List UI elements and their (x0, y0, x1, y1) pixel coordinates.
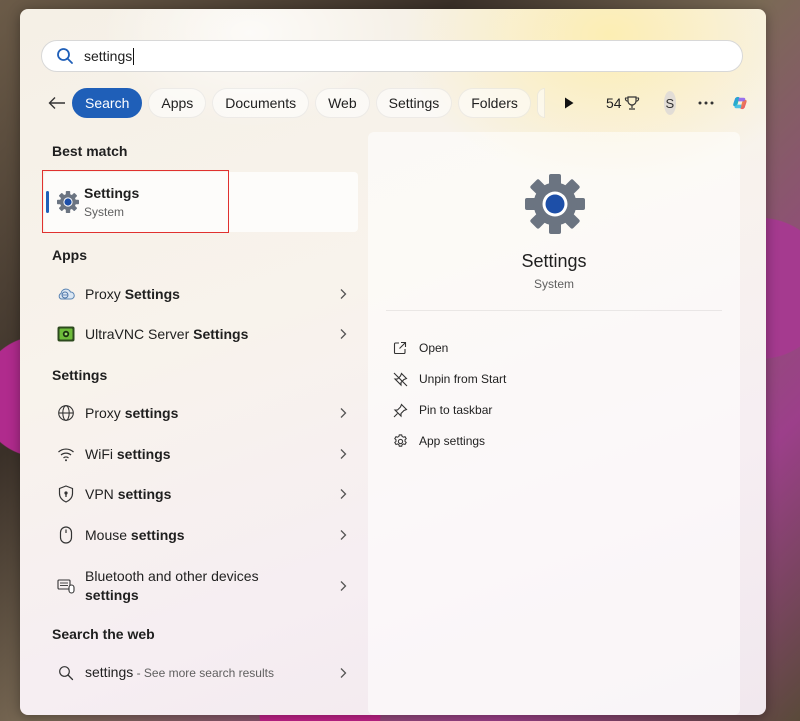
rewards-points-value: 54 (605, 95, 622, 111)
filter-chip-web[interactable]: Web (315, 88, 370, 118)
section-title-apps: Apps (52, 247, 87, 263)
action-pin-to-taskbar[interactable]: Pin to taskbar (392, 398, 492, 422)
filter-chip-search[interactable]: Search (72, 88, 143, 118)
gear-icon (392, 433, 408, 449)
arrow-left-icon (48, 97, 65, 109)
ultravnc-icon (56, 324, 76, 344)
filter-chip-apps[interactable]: Apps (148, 88, 207, 118)
web-search-result[interactable]: settings - See more search results (44, 655, 358, 691)
wifi-icon (56, 444, 76, 464)
search-box[interactable]: settings (41, 40, 743, 72)
search-icon (56, 663, 76, 683)
chevron-right-icon (340, 489, 347, 499)
more-options-button[interactable] (698, 101, 714, 105)
search-input[interactable]: settings (84, 47, 135, 65)
rewards-points[interactable]: 54 (606, 95, 640, 111)
selection-indicator (46, 191, 49, 213)
filter-chip-settings[interactable]: Settings (375, 88, 453, 118)
section-title-search-web: Search the web (52, 626, 155, 642)
chevron-right-icon (340, 329, 347, 339)
start-search-panel: settings Search Apps Documents Web Setti… (20, 9, 766, 715)
result-label: Mouse settings (85, 526, 185, 543)
chevron-right-icon (340, 530, 347, 540)
preview-pane: Settings System Open Unpin from Start Pi… (368, 132, 740, 715)
setting-result-mouse[interactable]: Mouse settings (44, 517, 358, 553)
section-title-best-match: Best match (52, 143, 128, 159)
search-query-text: settings (84, 48, 133, 64)
preview-title: Settings (521, 251, 587, 271)
result-label: Bluetooth and other devices settings (85, 568, 259, 603)
cloud-globe-icon (56, 284, 76, 304)
result-label: UltraVNC Server Settings (85, 325, 249, 342)
trophy-icon (624, 96, 639, 110)
result-label: VPN settings (85, 485, 172, 502)
text-caret (133, 47, 135, 65)
result-label: settings - See more search results (85, 664, 274, 680)
filter-chip-overflow[interactable] (536, 88, 546, 118)
best-match-subtitle: System (84, 205, 125, 219)
setting-result-wifi[interactable]: WiFi settings (44, 436, 358, 472)
filter-bar: Search Apps Documents Web Settings Folde… (48, 88, 748, 118)
back-button[interactable] (48, 88, 66, 118)
action-label: Open (419, 341, 449, 355)
section-title-settings: Settings (52, 367, 108, 383)
chevron-right-icon (340, 408, 347, 418)
action-label: Unpin from Start (419, 372, 507, 386)
setting-result-vpn[interactable]: VPN settings (44, 476, 358, 512)
action-app-settings[interactable]: App settings (392, 429, 485, 453)
pin-icon (392, 402, 408, 418)
chevron-right-icon (340, 289, 347, 299)
setting-result-bluetooth-devices[interactable]: Bluetooth and other devices settings (44, 564, 358, 608)
chevron-right-icon (340, 581, 347, 591)
user-avatar[interactable]: S (663, 91, 677, 115)
result-label: Proxy settings (85, 404, 179, 421)
devices-icon (56, 576, 76, 596)
mouse-icon (56, 525, 76, 545)
chevron-right-icon (340, 449, 347, 459)
open-external-icon (392, 340, 408, 356)
setting-result-proxy[interactable]: Proxy settings (44, 395, 358, 431)
play-icon (564, 97, 574, 109)
unpin-icon (392, 371, 408, 387)
scroll-filters-button[interactable] (561, 89, 576, 117)
filter-chip-documents[interactable]: Documents (212, 88, 310, 118)
more-dots-icon (698, 101, 714, 105)
app-result-proxy-settings[interactable]: Proxy Settings (44, 276, 358, 312)
action-label: App settings (419, 434, 486, 448)
app-result-ultravnc-settings[interactable]: UltraVNC Server Settings (44, 316, 358, 352)
preview-divider (386, 310, 722, 311)
action-unpin-from-start[interactable]: Unpin from Start (392, 367, 506, 391)
best-match-settings[interactable]: Settings System (44, 172, 358, 232)
result-label: Proxy Settings (85, 285, 180, 302)
copilot-icon[interactable] (732, 88, 748, 118)
action-label: Pin to taskbar (419, 403, 493, 417)
shield-icon (56, 484, 76, 504)
action-open[interactable]: Open (392, 336, 448, 360)
search-icon (57, 48, 73, 64)
chevron-right-icon (340, 668, 347, 678)
globe-icon (56, 403, 76, 423)
result-label: WiFi settings (85, 445, 171, 462)
settings-gear-icon (525, 174, 585, 234)
settings-gear-icon (57, 191, 79, 213)
best-match-title: Settings (84, 185, 140, 201)
filter-chip-folders[interactable]: Folders (458, 88, 531, 118)
preview-subtitle: System (533, 277, 574, 291)
